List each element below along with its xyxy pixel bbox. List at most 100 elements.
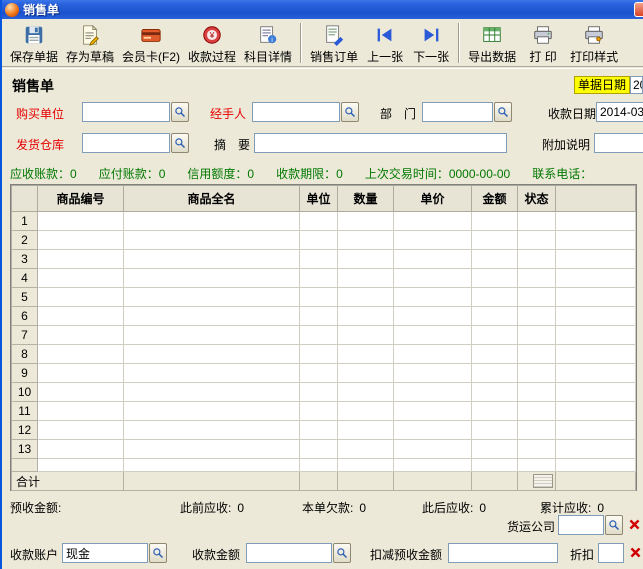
column-header[interactable]: 数量 <box>338 186 394 212</box>
document-date-field[interactable]: 2014-03-08 <box>630 76 643 94</box>
department-input[interactable] <box>422 102 493 122</box>
column-header[interactable]: 金额 <box>472 186 518 212</box>
previous-button[interactable]: 上一张 <box>362 21 408 66</box>
grid-cell[interactable] <box>124 364 300 383</box>
grid-cell[interactable] <box>394 326 472 345</box>
grid-cell[interactable] <box>556 212 636 231</box>
grid-cell[interactable] <box>472 364 518 383</box>
grid-cell[interactable] <box>518 440 556 459</box>
grid-cell[interactable] <box>124 307 300 326</box>
grid-cell[interactable] <box>518 345 556 364</box>
grid-cell[interactable] <box>338 402 394 421</box>
warehouse-input[interactable] <box>82 133 170 153</box>
grid-cell[interactable] <box>518 231 556 250</box>
grid-cell[interactable] <box>556 269 636 288</box>
grid-cell[interactable] <box>300 440 338 459</box>
discount-clear-button[interactable] <box>627 544 643 560</box>
grid-cell[interactable] <box>394 250 472 269</box>
column-header[interactable]: 单价 <box>394 186 472 212</box>
grid-cell[interactable] <box>338 288 394 307</box>
grid-cell[interactable] <box>38 250 124 269</box>
grid-cell[interactable] <box>518 307 556 326</box>
grid-cell[interactable] <box>124 269 300 288</box>
grid-cell[interactable] <box>124 288 300 307</box>
grid-cell[interactable] <box>394 440 472 459</box>
payment-account-input[interactable] <box>62 543 148 563</box>
grid-cell[interactable] <box>556 421 636 440</box>
export-data-button[interactable]: 导出数据 <box>464 21 520 66</box>
grid-cell[interactable] <box>394 288 472 307</box>
summary-input[interactable] <box>254 133 507 153</box>
grid-cell[interactable] <box>472 250 518 269</box>
deduct-prepaid-input[interactable] <box>448 543 558 563</box>
freight-company-input[interactable] <box>558 515 604 535</box>
payment-account-lookup-button[interactable] <box>149 543 167 563</box>
grid-cell[interactable] <box>338 345 394 364</box>
grid-cell[interactable] <box>338 364 394 383</box>
grid-cell[interactable] <box>518 326 556 345</box>
grid-cell[interactable] <box>556 345 636 364</box>
print-style-button[interactable]: 打印样式 <box>566 21 622 66</box>
grid-cell[interactable] <box>338 250 394 269</box>
receipt-date-input[interactable] <box>596 102 643 122</box>
grid-cell[interactable] <box>472 212 518 231</box>
grid-cell[interactable] <box>300 383 338 402</box>
grid-cell[interactable] <box>124 326 300 345</box>
grid-cell[interactable] <box>472 383 518 402</box>
handler-input[interactable] <box>252 102 340 122</box>
grid-cell[interactable] <box>300 364 338 383</box>
grid-cell[interactable] <box>300 326 338 345</box>
save-document-button[interactable]: 保存单据 <box>6 21 62 66</box>
grid-cell[interactable] <box>338 269 394 288</box>
payment-process-button[interactable]: ¥ 收款过程 <box>184 21 240 66</box>
grid-cell[interactable] <box>338 307 394 326</box>
grid-cell[interactable] <box>300 231 338 250</box>
sales-order-button[interactable]: 销售订单 <box>306 21 362 66</box>
column-header[interactable]: 商品全名 <box>124 186 300 212</box>
freight-lookup-button[interactable] <box>605 515 623 535</box>
grid-cell[interactable] <box>472 269 518 288</box>
grid-cell[interactable] <box>38 269 124 288</box>
grid-cell[interactable] <box>556 440 636 459</box>
grid-cell[interactable] <box>518 269 556 288</box>
grid-cell[interactable] <box>556 364 636 383</box>
freight-clear-button[interactable] <box>626 516 642 532</box>
grid-cell[interactable] <box>394 383 472 402</box>
grid-cell[interactable] <box>518 383 556 402</box>
member-card-button[interactable]: 会员卡(F2) <box>118 21 184 66</box>
department-lookup-button[interactable] <box>494 102 512 122</box>
grid-cell[interactable] <box>394 364 472 383</box>
grid-cell[interactable] <box>300 421 338 440</box>
next-button[interactable]: 下一张 <box>408 21 454 66</box>
discount-input[interactable] <box>598 543 624 563</box>
grid-cell[interactable] <box>472 402 518 421</box>
grid-cell[interactable] <box>300 307 338 326</box>
save-draft-button[interactable]: 存为草稿 <box>62 21 118 66</box>
grid-cell[interactable] <box>394 231 472 250</box>
grid-cell[interactable] <box>300 250 338 269</box>
grid-cell[interactable] <box>556 402 636 421</box>
payment-amount-lookup-button[interactable] <box>333 543 351 563</box>
grid-cell[interactable] <box>300 212 338 231</box>
grid-cell[interactable] <box>300 345 338 364</box>
grid-cell[interactable] <box>124 212 300 231</box>
grid-cell[interactable] <box>38 421 124 440</box>
grid-cell[interactable] <box>300 288 338 307</box>
grid-cell[interactable] <box>394 345 472 364</box>
grid-cell[interactable] <box>518 402 556 421</box>
grid-cell[interactable] <box>38 307 124 326</box>
grid-cell[interactable] <box>124 250 300 269</box>
handler-lookup-button[interactable] <box>341 102 359 122</box>
grid-cell[interactable] <box>472 231 518 250</box>
grid-cell[interactable] <box>38 345 124 364</box>
grid-cell[interactable] <box>394 307 472 326</box>
warehouse-lookup-button[interactable] <box>171 133 189 153</box>
grid-cell[interactable] <box>472 288 518 307</box>
grid-cell[interactable] <box>38 440 124 459</box>
grid-cell[interactable] <box>472 326 518 345</box>
grid-cell[interactable] <box>124 231 300 250</box>
print-button[interactable]: 打 印 <box>520 21 566 66</box>
grid-cell[interactable] <box>124 421 300 440</box>
grid-cell[interactable] <box>556 307 636 326</box>
grid-cell[interactable] <box>338 383 394 402</box>
